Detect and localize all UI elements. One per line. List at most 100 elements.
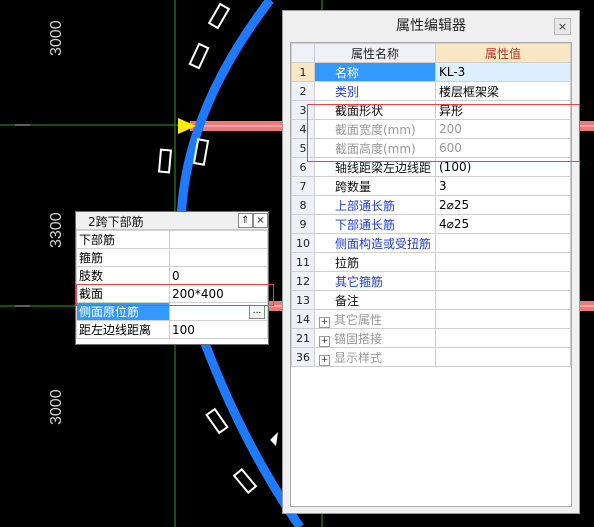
property-value[interactable]: (100): [435, 157, 571, 177]
row-number: 36: [291, 347, 315, 367]
rebar-mark: [188, 42, 210, 70]
row-number-header: [291, 43, 315, 63]
header-row: 属性名称 属性值: [291, 43, 571, 63]
property-row[interactable]: 13 备注: [291, 290, 571, 310]
row-number: 14: [291, 309, 315, 329]
property-table: 属性名称 属性值 1 名称 KL-3 2 类别 楼层框架梁 3 截面形状 异形 …: [291, 43, 571, 367]
property-value[interactable]: KL-3: [435, 62, 571, 82]
span-editor-table: 下部筋 箍筋 肢数 0 截面 200*400 侧面原位筋... 距左边线距离 100: [76, 230, 268, 339]
property-value: [435, 328, 571, 348]
group-label: 锚固搭接: [334, 331, 383, 346]
property-row[interactable]: 5 截面高度(mm) 600: [291, 138, 571, 158]
col-value-header: 属性值: [435, 43, 571, 63]
property-editor-window[interactable]: 属性编辑器 × 属性名称 属性值 1 名称 KL-3 2 类别 楼层框架梁 3 …: [282, 10, 580, 514]
property-value[interactable]: 2⌀25: [435, 195, 571, 215]
property-row[interactable]: 6 轴线距梁左边线距 (100): [291, 157, 571, 177]
row-value[interactable]: ...: [169, 302, 268, 321]
property-name: 类别: [314, 81, 436, 101]
row-number: 12: [291, 271, 315, 291]
property-value[interactable]: 200: [435, 119, 571, 139]
property-grid[interactable]: 属性名称 属性值 1 名称 KL-3 2 类别 楼层框架梁 3 截面形状 异形 …: [290, 42, 572, 507]
span-editor-titlebar[interactable]: 2跨下部筋 ⇑ ×: [76, 212, 268, 230]
rebar-mark: [205, 407, 229, 435]
property-name: 下部通长筋: [314, 214, 436, 234]
property-value[interactable]: 楼层框架梁: [435, 81, 571, 101]
table-row[interactable]: 箍筋: [76, 248, 268, 267]
property-value[interactable]: [435, 290, 571, 310]
property-value[interactable]: [435, 233, 571, 253]
rebar-mark: [157, 148, 173, 174]
property-row[interactable]: 3 截面形状 异形: [291, 100, 571, 120]
expand-icon[interactable]: +: [319, 335, 330, 347]
row-number: 2: [291, 81, 315, 101]
row-key: 侧面原位筋: [76, 302, 170, 321]
property-row[interactable]: 11 拉筋: [291, 252, 571, 272]
table-row[interactable]: 肢数 0: [76, 266, 268, 285]
property-value[interactable]: [435, 252, 571, 272]
property-editor-title: 属性编辑器: [396, 18, 466, 34]
more-button[interactable]: ...: [249, 305, 265, 319]
property-name: 名称: [314, 62, 436, 82]
collapse-icon[interactable]: ⇑: [238, 213, 253, 228]
row-value[interactable]: [169, 248, 268, 267]
property-value[interactable]: 3: [435, 176, 571, 196]
row-number: 10: [291, 233, 315, 253]
property-value[interactable]: 异形: [435, 100, 571, 120]
property-name: 其它箍筋: [314, 271, 436, 291]
table-row[interactable]: 距左边线距离 100: [76, 320, 268, 339]
cursor-icon: [270, 432, 278, 446]
table-row[interactable]: 截面 200*400: [76, 284, 268, 303]
row-key: 截面: [76, 284, 170, 303]
row-number: 11: [291, 252, 315, 272]
property-name: 跨数量: [314, 176, 436, 196]
property-row[interactable]: 8 上部通长筋 2⌀25: [291, 195, 571, 215]
property-group-row[interactable]: 21 + 锚固搭接: [291, 328, 571, 348]
row-number: 8: [291, 195, 315, 215]
property-row[interactable]: 2 类别 楼层框架梁: [291, 81, 571, 101]
table-row-selected[interactable]: 侧面原位筋...: [76, 302, 268, 321]
row-number: 13: [291, 290, 315, 310]
property-name: 备注: [314, 290, 436, 310]
property-value[interactable]: 600: [435, 138, 571, 158]
dimension-label: 3000: [48, 389, 65, 425]
property-row[interactable]: 10 侧面构造或受扭筋: [291, 233, 571, 253]
property-row[interactable]: 4 截面宽度(mm) 200: [291, 119, 571, 139]
expand-icon[interactable]: +: [319, 316, 330, 328]
span-editor-title: 2跨下部筋: [88, 215, 144, 229]
dimension-label: 3000: [48, 20, 65, 56]
rebar-mark: [232, 467, 258, 495]
property-row[interactable]: 9 下部通长筋 4⌀25: [291, 214, 571, 234]
row-value[interactable]: 200*400: [169, 284, 268, 303]
row-key: 箍筋: [76, 248, 170, 267]
row-number: 21: [291, 328, 315, 348]
row-value[interactable]: 100: [169, 320, 268, 339]
property-row[interactable]: 7 跨数量 3: [291, 176, 571, 196]
property-value[interactable]: 4⌀25: [435, 214, 571, 234]
group-label: 显示样式: [334, 350, 383, 365]
property-group-row[interactable]: 36 + 显示样式: [291, 347, 571, 367]
property-name: 侧面构造或受扭筋: [314, 233, 436, 253]
property-group-row[interactable]: 14 + 其它属性: [291, 309, 571, 329]
property-group: + 显示样式: [314, 347, 436, 367]
property-row[interactable]: 12 其它箍筋: [291, 271, 571, 291]
property-name: 拉筋: [314, 252, 436, 272]
span-rebar-editor[interactable]: 2跨下部筋 ⇑ × 下部筋 箍筋 肢数 0 截面 200*400 侧面原位筋... …: [75, 211, 269, 345]
table-row[interactable]: 下部筋: [76, 230, 268, 249]
rebar-mark: [207, 2, 231, 30]
property-name: 截面高度(mm): [314, 138, 436, 158]
property-editor-titlebar[interactable]: 属性编辑器 ×: [283, 11, 579, 41]
row-number: 3: [291, 100, 315, 120]
row-value[interactable]: [169, 230, 268, 249]
col-name-header: 属性名称: [314, 43, 436, 63]
row-value[interactable]: 0: [169, 266, 268, 285]
property-name: 截面形状: [314, 100, 436, 120]
property-row-selected[interactable]: 1 名称 KL-3: [291, 62, 571, 82]
dimension-label: 3300: [48, 212, 65, 248]
row-number: 6: [291, 157, 315, 177]
expand-icon[interactable]: +: [319, 354, 330, 366]
property-value[interactable]: [435, 271, 571, 291]
row-number: 5: [291, 138, 315, 158]
property-group: + 锚固搭接: [314, 328, 436, 348]
close-icon[interactable]: ×: [253, 213, 268, 228]
close-icon[interactable]: ×: [554, 18, 571, 35]
